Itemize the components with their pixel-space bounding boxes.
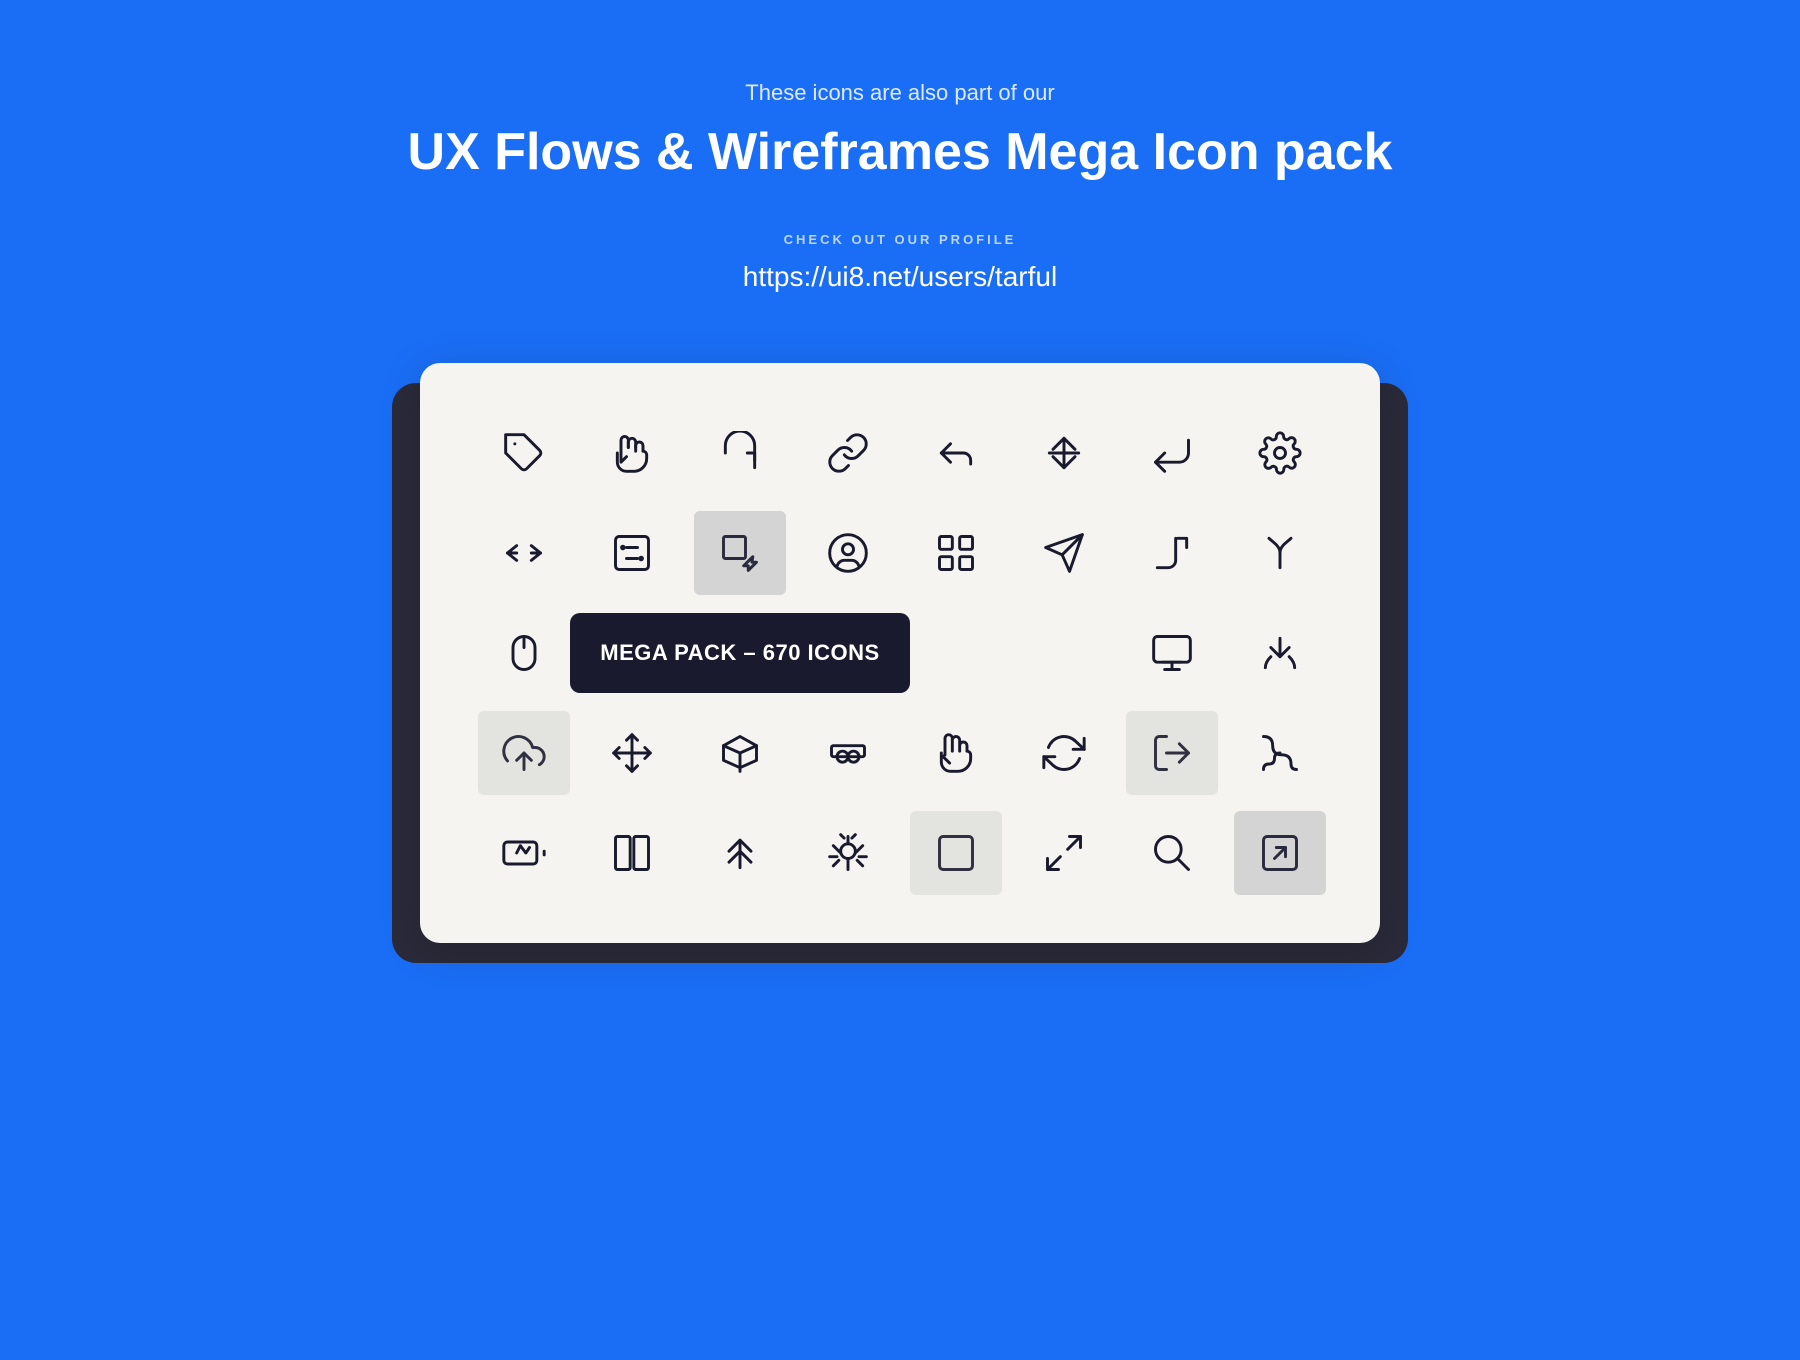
mega-pack-badge-cell: MEGA PACK – 670 ICONS <box>686 603 794 703</box>
icon-cell-38 <box>1118 803 1226 903</box>
header-section: These icons are also part of our UX Flow… <box>408 0 1393 333</box>
icon-cell-17 <box>470 603 578 703</box>
visor-icon <box>826 731 870 775</box>
icon-card: MEGA PACK – 670 ICONS <box>420 363 1380 943</box>
mega-pack-badge: MEGA PACK – 670 ICONS <box>570 613 910 693</box>
grid-apps-icon <box>934 531 978 575</box>
arrow-up-right-box-icon <box>1258 831 1302 875</box>
link-icon <box>826 431 870 475</box>
icon-cell-9 <box>470 503 578 603</box>
icon-cell-14 <box>1010 503 1118 603</box>
select-object-icon <box>718 531 762 575</box>
icon-cell-32 <box>470 803 578 903</box>
hand-stop-icon <box>934 731 978 775</box>
icon-cell-31 <box>1226 703 1334 803</box>
mouse-icon <box>502 631 546 675</box>
winding-path-icon <box>1258 731 1302 775</box>
icon-cell-11 <box>686 503 794 603</box>
icon-cell-7 <box>1118 403 1226 503</box>
collapse-icon <box>502 531 546 575</box>
icon-cell-29 <box>1010 703 1118 803</box>
user-circle-icon <box>826 531 870 575</box>
icon-cell-28 <box>902 703 1010 803</box>
icon-cell-30 <box>1118 703 1226 803</box>
icon-cell-8 <box>1226 403 1334 503</box>
bug-icon <box>826 831 870 875</box>
check-label: CHECK OUT OUR PROFILE <box>784 232 1017 247</box>
icon-cell-4 <box>794 403 902 503</box>
settings-icon <box>1258 431 1302 475</box>
icon-cell-34 <box>686 803 794 903</box>
profile-link[interactable]: https://ui8.net/users/tarful <box>743 261 1057 293</box>
icon-cell-13 <box>902 503 1010 603</box>
send-icon <box>1042 531 1086 575</box>
reply-icon <box>934 431 978 475</box>
expand-vertical-icon <box>1042 431 1086 475</box>
icon-grid: MEGA PACK – 670 ICONS <box>470 403 1330 903</box>
icon-cell-27 <box>794 703 902 803</box>
icon-cell-10 <box>578 503 686 603</box>
branch-icon <box>1258 531 1302 575</box>
icon-cell-39 <box>1226 803 1334 903</box>
undo-u-icon <box>718 431 762 475</box>
icon-cell-26 <box>686 703 794 803</box>
subtitle-text: These icons are also part of our <box>745 80 1054 106</box>
icon-cell-25 <box>578 703 686 803</box>
turn-right-icon <box>1150 531 1194 575</box>
icon-cell-22 <box>1118 603 1226 703</box>
tag-icon <box>502 431 546 475</box>
columns-icon <box>610 831 654 875</box>
icon-cell-15 <box>1118 503 1226 603</box>
card-wrapper: MEGA PACK – 670 ICONS <box>420 363 1380 943</box>
square-icon <box>934 831 978 875</box>
main-title: UX Flows & Wireframes Mega Icon pack <box>408 122 1393 182</box>
monitor-grid-icon <box>1150 631 1194 675</box>
upload-box-icon <box>502 731 546 775</box>
hand-pointer-icon <box>610 431 654 475</box>
icon-cell-3 <box>686 403 794 503</box>
icon-cell-35 <box>794 803 902 903</box>
icon-cell-36 <box>902 803 1010 903</box>
filter-settings-icon <box>610 531 654 575</box>
icon-cell-1 <box>470 403 578 503</box>
cursor-return-icon <box>1150 431 1194 475</box>
icon-cell-6 <box>1010 403 1118 503</box>
icon-cell-12 <box>794 503 902 603</box>
refresh-icon <box>1042 731 1086 775</box>
exit-icon <box>1150 731 1194 775</box>
icon-cell-5 <box>902 403 1010 503</box>
icon-cell-24 <box>470 703 578 803</box>
icon-cell-2 <box>578 403 686 503</box>
search-icon <box>1150 831 1194 875</box>
icon-cell-33 <box>578 803 686 903</box>
box-3d-icon <box>718 731 762 775</box>
icon-cell-37 <box>1010 803 1118 903</box>
icon-cell-23 <box>1226 603 1334 703</box>
icon-cell-16 <box>1226 503 1334 603</box>
move-icon <box>610 731 654 775</box>
double-arrow-up-icon <box>718 831 762 875</box>
fullscreen-icon <box>1042 831 1086 875</box>
battery-charging-icon <box>502 831 546 875</box>
fork-down-icon <box>1258 631 1302 675</box>
